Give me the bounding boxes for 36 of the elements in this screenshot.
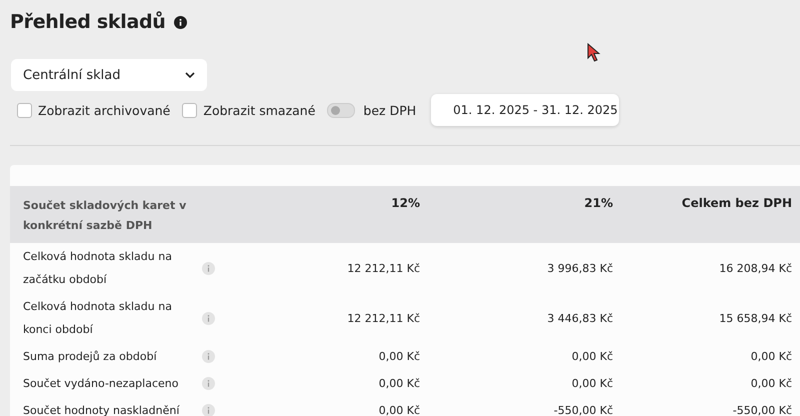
table-cell-text: 3 446,83 Kč: [546, 312, 613, 324]
row-label: Součet vydáno-nezaplaceno: [23, 376, 180, 392]
table-cell-text: 0,00 Kč: [570, 350, 613, 363]
column-header: 12%: [390, 196, 420, 212]
table-cell-text: 15 658,94 Kč: [718, 312, 792, 324]
checkbox[interactable]: [17, 102, 32, 118]
chevron-down-icon: [185, 72, 195, 78]
toggle-switch[interactable]: [327, 102, 356, 118]
warehouse-dropdown[interactable]: Centrální sklad: [11, 59, 207, 91]
row-label: Suma prodejů za období: [23, 349, 158, 365]
row-label: Celková hodnota skladu na konci období: [23, 299, 173, 338]
table-cell-text: 0,00 Kč: [750, 377, 792, 390]
info-icon[interactable]: [174, 16, 187, 28]
table-cell-text: 0,00 Kč: [570, 377, 613, 390]
table-cell-text: 0,00 Kč: [378, 377, 420, 390]
table-cell-text: 12 212,11 Kč: [346, 262, 420, 274]
row-label: Součet hodnoty naskladnění: [23, 403, 180, 416]
toggle-label[interactable]: bez DPH: [363, 102, 416, 118]
mouse-pointer-icon: [587, 43, 601, 63]
table-cell-text: -550,00 Kč: [732, 404, 792, 416]
row-label: Celková hodnota skladu na začátku období: [23, 249, 173, 288]
checkbox-label[interactable]: Zobrazit smazané: [203, 102, 316, 118]
table-cell-text: 0,00 Kč: [378, 404, 420, 416]
page-title: Přehled skladů: [10, 11, 166, 33]
table-cell-text: 0,00 Kč: [378, 350, 420, 363]
table-cell-text: 0,00 Kč: [750, 350, 792, 363]
table-cell-text: 12 212,11 Kč: [346, 312, 420, 324]
table-cell-text: -550,00 Kč: [552, 404, 613, 416]
checkbox[interactable]: [182, 102, 198, 118]
checkbox-label[interactable]: Zobrazit archivované: [38, 102, 170, 118]
column-header: Součet skladových karet v konkrétní sazbě DPH: [23, 198, 188, 234]
table-cell-text: 3 996,83 Kč: [546, 262, 613, 274]
table-cell-text: 16 208,94 Kč: [718, 262, 792, 274]
column-header: Celkem bez DPH: [680, 196, 792, 212]
column-header: 21%: [583, 196, 613, 212]
date-range-field[interactable]: 01. 12. 2025 - 31. 12. 2025: [431, 94, 620, 126]
